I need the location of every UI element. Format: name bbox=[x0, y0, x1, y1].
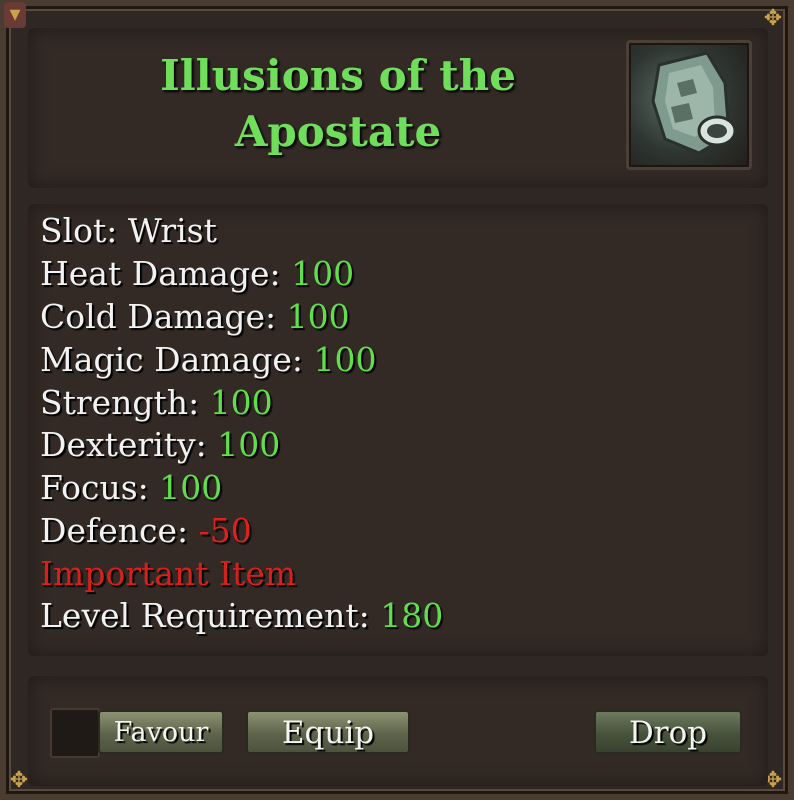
stat-magic-damage: Magic Damage: 100 bbox=[40, 339, 377, 381]
stat-value: -50 bbox=[198, 511, 252, 550]
stat-focus: Focus: 100 bbox=[40, 467, 222, 509]
stat-level-requirement: Level Requirement: 180 bbox=[40, 595, 443, 637]
stat-value: 100 bbox=[286, 297, 350, 336]
item-name: Illusions of the Apostate bbox=[138, 48, 538, 160]
stat-value: Wrist bbox=[127, 211, 217, 250]
favour-button[interactable]: Favour bbox=[98, 710, 224, 754]
action-bar: Favour Equip Drop bbox=[28, 676, 768, 786]
stat-label: Focus: bbox=[40, 468, 149, 507]
stat-label: Strength: bbox=[40, 383, 200, 422]
stat-label: Level Requirement: bbox=[40, 596, 370, 635]
stat-value: 100 bbox=[217, 425, 281, 464]
stat-slot: Slot: Wrist bbox=[40, 210, 217, 252]
stat-defence: Defence: -50 bbox=[40, 510, 252, 552]
bracer-icon bbox=[626, 40, 752, 170]
stat-cold-damage: Cold Damage: 100 bbox=[40, 296, 350, 338]
equip-button[interactable]: Equip bbox=[246, 710, 410, 754]
stat-value: 100 bbox=[209, 383, 273, 422]
item-header: Illusions of the Apostate bbox=[28, 28, 768, 188]
important-item-label: Important Item bbox=[40, 554, 297, 593]
stat-label: Cold Damage: bbox=[40, 297, 277, 336]
stat-label: Slot: bbox=[40, 211, 118, 250]
close-corner-icon[interactable]: ▾ bbox=[4, 2, 26, 28]
drop-button[interactable]: Drop bbox=[594, 710, 742, 754]
item-tooltip-window: ▾ ✥ ✥ ✥ Illusions of the Apostate Slot: … bbox=[0, 0, 794, 800]
stat-label: Defence: bbox=[40, 511, 189, 550]
stat-label: Magic Damage: bbox=[40, 340, 303, 379]
stat-label: Heat Damage: bbox=[40, 254, 281, 293]
stat-value: 100 bbox=[159, 468, 223, 507]
favour-checkbox[interactable] bbox=[50, 708, 100, 758]
stat-value: 100 bbox=[313, 340, 377, 379]
stat-dexterity: Dexterity: 100 bbox=[40, 424, 280, 466]
stat-value: 180 bbox=[380, 596, 444, 635]
stat-heat-damage: Heat Damage: 100 bbox=[40, 253, 354, 295]
item-name-line1: Illusions of the bbox=[160, 51, 516, 100]
stats-panel: Slot: Wrist Heat Damage: 100 Cold Damage… bbox=[28, 204, 768, 656]
item-name-line2: Apostate bbox=[234, 107, 442, 156]
stat-value: 100 bbox=[291, 254, 355, 293]
stat-label: Dexterity: bbox=[40, 425, 207, 464]
stat-strength: Strength: 100 bbox=[40, 382, 273, 424]
